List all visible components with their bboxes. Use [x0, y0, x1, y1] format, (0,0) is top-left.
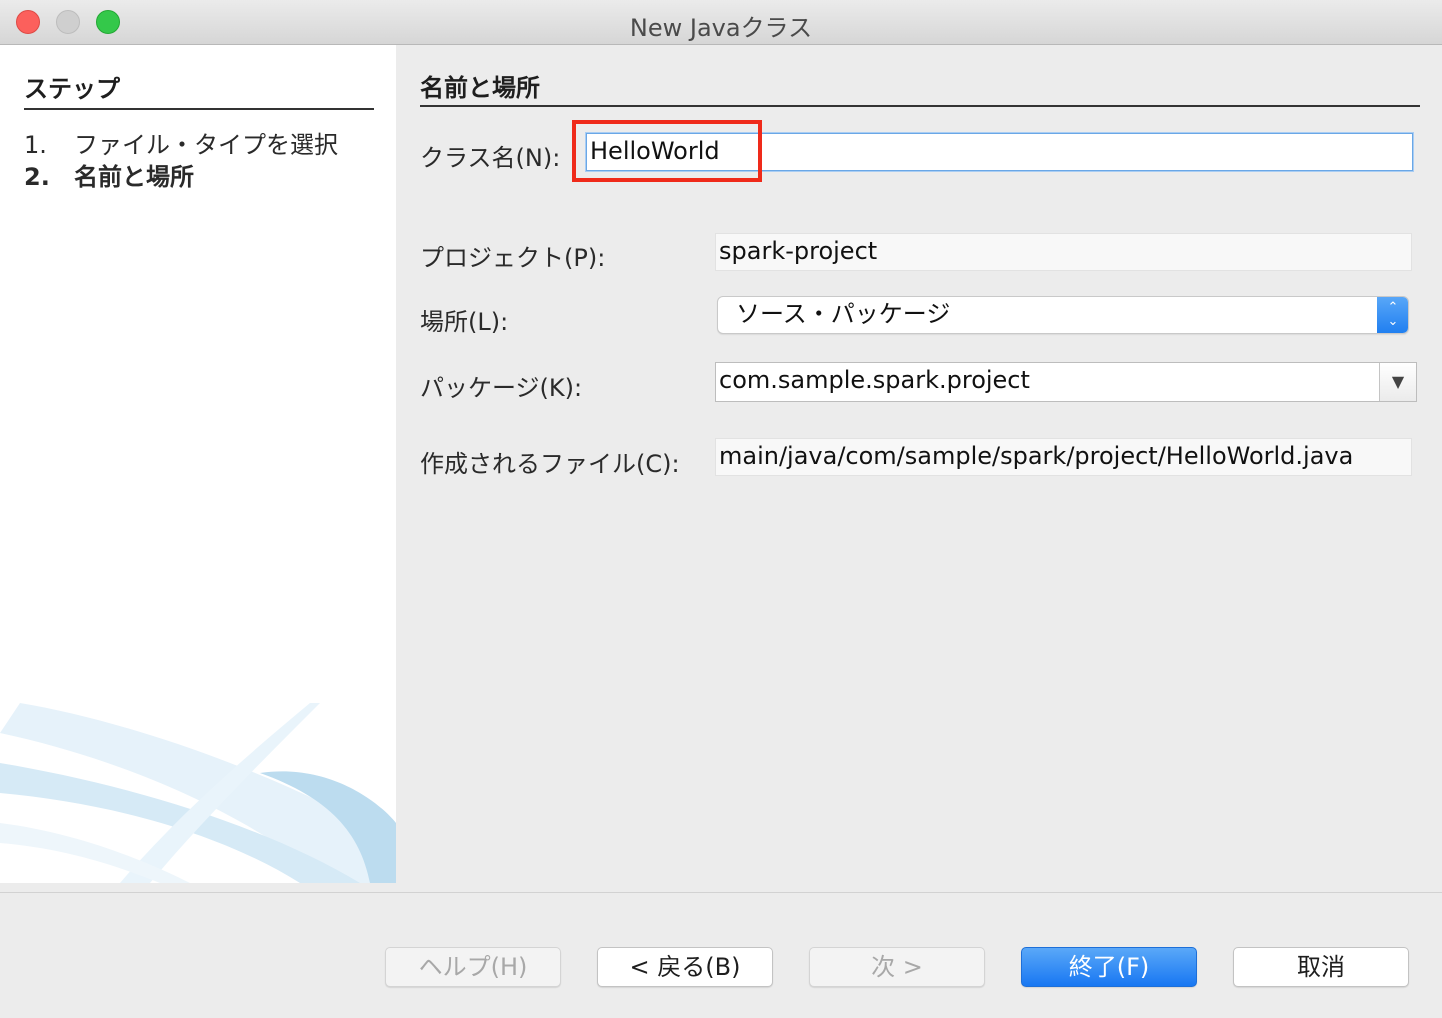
project-field: spark-project: [715, 233, 1412, 271]
location-label: 場所(L):: [420, 308, 509, 336]
step-label: 名前と場所: [74, 163, 194, 191]
step-item-choose-file-type: 1. ファイル・タイプを選択: [24, 125, 338, 160]
created-file-field: main/java/com/sample/spark/project/Hello…: [715, 438, 1412, 476]
section-header: 名前と場所: [420, 68, 1420, 107]
package-combobox[interactable]: com.sample.spark.project ▼: [715, 362, 1417, 402]
location-selected-value: ソース・パッケージ: [736, 300, 951, 328]
footer-divider: [0, 892, 1442, 893]
package-label: パッケージ(K):: [420, 374, 583, 402]
step-number: 2.: [24, 163, 50, 191]
up-down-arrows-icon[interactable]: ⌃ ⌄: [1377, 297, 1408, 333]
next-button[interactable]: 次 >: [809, 947, 985, 987]
finish-button[interactable]: 終了(F): [1021, 947, 1197, 987]
back-button[interactable]: < 戻る(B): [597, 947, 773, 987]
dropdown-arrow-icon[interactable]: ▼: [1379, 363, 1416, 401]
location-select[interactable]: ソース・パッケージ ⌃ ⌄: [717, 296, 1409, 334]
step-number: 1.: [24, 131, 47, 159]
decorative-swoosh-graphic: [0, 703, 396, 883]
step-label: ファイル・タイプを選択: [74, 131, 338, 159]
steps-sidebar: ステップ 1. ファイル・タイプを選択 2. 名前と場所: [0, 45, 396, 883]
package-value: com.sample.spark.project: [719, 366, 1030, 394]
window-title: New Javaクラス: [629, 14, 813, 42]
cancel-button[interactable]: 取消: [1233, 947, 1409, 987]
class-name-label: クラス名(N):: [420, 144, 561, 172]
steps-header: ステップ: [24, 69, 374, 110]
project-label: プロジェクト(P):: [420, 244, 606, 272]
help-button[interactable]: ヘルプ(H): [385, 947, 561, 987]
created-file-label: 作成されるファイル(C):: [420, 450, 680, 478]
annotation-highlight-box: [572, 120, 762, 182]
title-bar: New Javaクラス: [0, 0, 1442, 45]
step-item-name-and-location: 2. 名前と場所: [24, 157, 194, 192]
